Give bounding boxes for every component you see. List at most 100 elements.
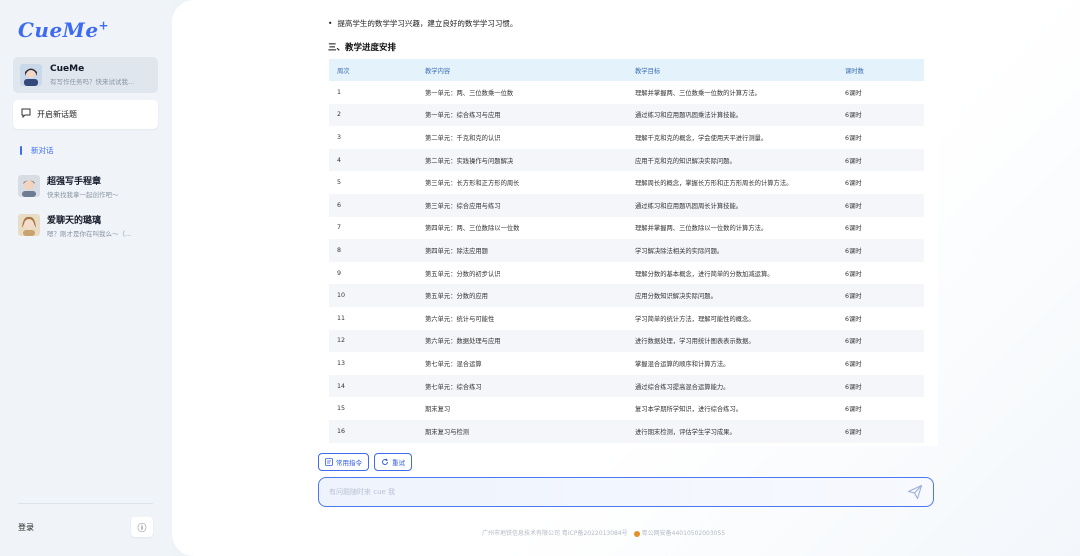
cell-goal: 复习本学期所学知识，进行综合练习。 [635,406,743,414]
cell-goal: 学习解决除法相关的实际问题。 [627,239,837,262]
table-row: 6 第三单元：综合应用与练习 通过练习和应用题巩固周长计算技能。 6课时 [329,193,924,217]
cell-week: 9 [337,269,342,277]
cell-goal: 通过练习和应用题巩固周长计算技能。 [627,193,837,217]
cell-goal: 通过练习和应用题巩固乘法计算技能。 [627,103,837,127]
retry-button[interactable]: 重试 [374,453,412,471]
cell-week: 5 [337,179,342,187]
header-week: 周次 [329,59,417,81]
table-row: 1 第一单元：两、三位数乘一位数 理解并掌握两、三位数乘一位数的计算方法。 6课时 [329,81,924,104]
current-chat-item[interactable]: CueMe 有写作任务吗？快来试试我... [13,57,158,93]
cell-content: 期末复习 [425,406,451,414]
cell-content: 第四单元：除法应用题 [417,239,627,262]
cell-goal: 进行数据处理，学习用统计图表表示数据。 [627,329,837,353]
cell-goal: 理解并掌握两、三位数乘一位数的计算方法。 [635,89,761,97]
cell-hours: 6课时 [837,374,924,398]
cell-hours: 6课时 [837,103,924,127]
message-input[interactable] [329,488,907,496]
chat-bot-avatar [18,214,40,236]
cell-week: 14 [329,374,417,398]
cell-goal: 理解千克和克的概念，学会使用天平进行测量。 [635,134,768,142]
footer-police[interactable]: 粤公网安备44010502003055 [633,528,725,537]
footer-icp[interactable]: 广州市地铁信息技术有限公司 粤ICP备2022013084号 [482,528,628,537]
cell-week: 3 [337,133,342,141]
cell-hours: 6课时 [845,315,862,323]
cell-week: 16 [329,419,417,443]
new-topic-button[interactable]: 开启新话题 [13,100,158,129]
cell-content: 第二单元：千克和克的认识 [425,134,501,142]
header-content: 教学内容 [417,59,627,81]
table-row: 11 第六单元：统计与可能性 学习简单的统计方法，理解可能性的概念。 6课时 [329,307,924,330]
cueme-avatar [20,64,42,86]
sidebar-item-chat-bot[interactable]: 爱聊天的璐璃 嗯？刚才是你在叫我么～（... [18,211,163,239]
table-row: 10 第五单元：分数的应用 应用分数知识解决实际问题。 6课时 [329,284,924,307]
table-row: 5 第三单元：长方形和正方形的周长 理解周长的概念，掌握长方形和正方形周长的计算方法… [329,171,924,194]
new-topic-label: 开启新话题 [37,110,77,119]
cell-week: 15 [337,405,346,413]
table-row: 13 第七单元：混合运算 掌握混合运算的顺序和计算方法。 6课时 [329,352,924,375]
police-badge-icon [633,530,640,537]
cell-hours: 6课时 [837,329,924,353]
cell-goal: 应用分数知识解决实际问题。 [627,284,837,307]
current-chat-subtitle: 有写作任务吗？快来试试我... [50,78,135,86]
refresh-icon [382,458,389,465]
cell-content: 第二单元：实践操作与问题解决 [417,148,627,172]
login-link[interactable]: 登录 [18,522,34,533]
cell-week: 11 [337,314,346,322]
main-panel: 提高学生的数学学习兴趣，建立良好的数学学习习惯。 三、教学进度安排 周次 教学内… [172,0,1080,556]
schedule-table: 周次 教学内容 教学目标 课时数 1 第一单元：两、三位数乘一位数 理解并掌握两、三… [329,59,924,443]
table-row: 12 第六单元：数据处理与应用 进行数据处理，学习用统计图表表示数据。 6课时 [329,329,924,353]
cell-hours: 6课时 [845,406,862,414]
sidebar-item-new-chat[interactable]: 新对话 [20,144,54,156]
cell-content: 第四单元：两、三位数除以一位数 [425,225,520,233]
common-commands-button[interactable]: 常用指令 [318,453,369,471]
cell-hours: 6课时 [837,419,924,443]
cell-week: 10 [329,284,417,307]
new-chat-label: 新对话 [31,145,54,155]
cell-goal: 学习简单的统计方法，理解可能性的概念。 [635,315,755,323]
cell-week: 2 [329,103,417,127]
cell-content: 第五单元：分数的初步认识 [425,270,501,278]
cell-week: 7 [337,224,342,232]
cell-content: 第六单元：统计与可能性 [425,315,495,323]
goal-bullet: 提高学生的数学学习兴趣，建立良好的数学学习习惯。 [328,18,517,29]
cell-goal: 进行期末检测，评估学生学习成果。 [627,419,837,443]
chat-bot-subtitle: 嗯？刚才是你在叫我么～（... [47,229,132,238]
table-row: 14 第七单元：综合练习 通过综合练习提高混合运算能力。 6课时 [329,374,924,398]
cell-hours: 6课时 [845,360,862,368]
cell-week: 12 [329,329,417,353]
new-topic-icon [21,108,31,121]
cell-week: 1 [337,88,342,96]
sidebar-item-writer-bot[interactable]: 超强写手程章 快来找我拿一起创作吧～ [18,172,163,200]
table-header-row: 周次 教学内容 教学目标 课时数 [329,59,924,81]
cell-hours: 6课时 [837,193,924,217]
chat-bot-title: 爱聊天的璐璃 [47,215,102,226]
cell-hours: 6课时 [845,89,862,97]
sidebar-divider [18,503,153,504]
current-chat-title: CueMe [50,64,85,74]
cell-content: 第五单元：分数的应用 [417,284,627,307]
cell-content: 第七单元：综合练习 [417,374,627,398]
table-row: 16 期末复习与检测 进行期末检测，评估学生学习成果。 6课时 [329,419,924,443]
cell-hours: 6课时 [837,284,924,307]
chat-response: 提高学生的数学学习兴趣，建立良好的数学学习习惯。 三、教学进度安排 周次 教学内… [318,12,938,446]
cell-goal: 通过综合练习提高混合运算能力。 [627,374,837,398]
footer: 广州市地铁信息技术有限公司 粤ICP备2022013084号 粤公网安备4401… [482,528,725,537]
info-icon[interactable]: ⓘ [131,517,153,537]
writer-bot-avatar [18,175,40,197]
cell-hours: 6课时 [845,270,862,278]
cell-goal: 理解并掌握两、三位数除以一位数的计算方法。 [635,225,768,233]
cell-content: 第七单元：混合运算 [425,360,482,368]
message-input-box [318,477,934,507]
table-row: 2 第一单元：综合练习与应用 通过练习和应用题巩固乘法计算技能。 6课时 [329,103,924,127]
writer-bot-title: 超强写手程章 [47,176,102,187]
cell-content: 第三单元：综合应用与练习 [417,193,627,217]
quick-actions: 常用指令 重试 [318,453,412,471]
app-logo[interactable]: CueMe+ [18,18,109,42]
sidebar: CueMe+ CueMe 有写作任务吗？快来试试我... 开启新话题 新对话 超… [0,0,172,556]
send-icon[interactable] [907,484,923,500]
writer-bot-subtitle: 快来找我拿一起创作吧～ [47,190,119,199]
cell-content: 期末复习与检测 [417,419,627,443]
cell-content: 第一单元：两、三位数乘一位数 [425,89,514,97]
cell-week: 4 [329,148,417,172]
header-hours: 课时数 [837,59,924,81]
